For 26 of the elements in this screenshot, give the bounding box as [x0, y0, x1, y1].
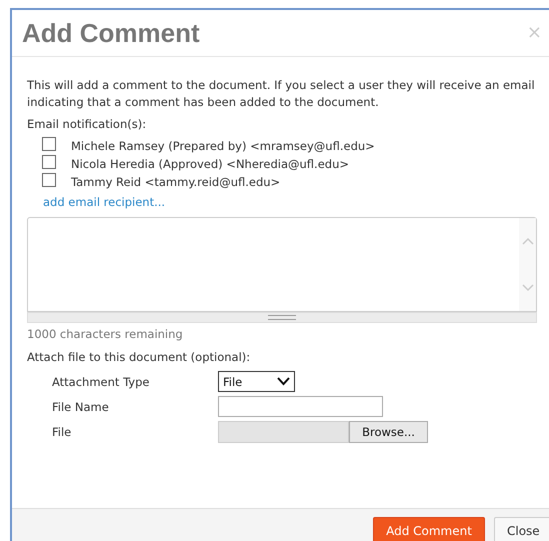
chevron-down-icon — [277, 377, 290, 386]
file-path-field[interactable] — [218, 420, 349, 442]
intro-text: This will add a comment to the document. If you select a user they will receive an email indicating that a comment has been added to the document. — [27, 77, 536, 111]
recipient-label: Nicola Heredia (Approved) <Nheredia@ufl.edu> — [71, 157, 349, 171]
file-name-field[interactable] — [218, 396, 383, 417]
scroll-up-icon[interactable] — [522, 237, 534, 246]
scroll-down-icon[interactable] — [522, 284, 534, 292]
checkbox[interactable] — [42, 137, 56, 151]
checkbox[interactable] — [42, 155, 56, 169]
recipient-label: Michele Ramsey (Prepared by) <mramsey@ufl.edu> — [71, 139, 375, 153]
browse-button[interactable]: Browse... — [349, 420, 428, 442]
add-recipient-link[interactable]: add email recipient... — [43, 195, 166, 209]
dialog-title: Add Comment — [22, 18, 200, 48]
resize-handle[interactable] — [27, 312, 537, 323]
scrollbar[interactable] — [519, 218, 536, 311]
characters-remaining: 1000 characters remaining — [27, 327, 184, 341]
checkbox[interactable] — [42, 173, 56, 187]
comment-field[interactable] — [27, 217, 537, 312]
field-label: File Name — [52, 400, 110, 414]
close-button[interactable]: Close — [494, 517, 549, 541]
notification-label: Email notification(s): — [27, 117, 148, 131]
recipient-label: Tammy Reid <tammy.reid@ufl.edu> — [71, 175, 280, 189]
field-label: File — [52, 424, 72, 438]
attachment-type-select[interactable]: File — [218, 371, 295, 392]
attachment-label: Attach file to this document (optional): — [27, 350, 252, 364]
field-label: Attachment Type — [52, 374, 150, 388]
